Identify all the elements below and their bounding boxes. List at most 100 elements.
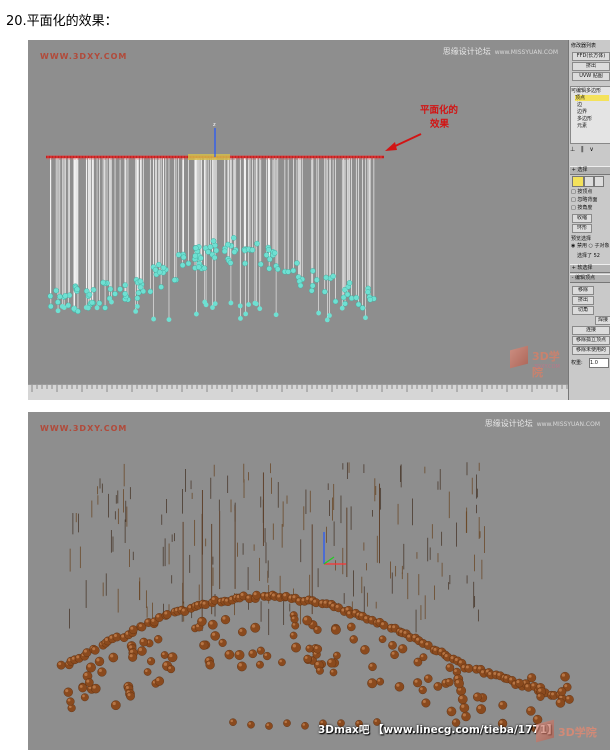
checkbox-by-vertex[interactable]: □ 按顶点: [571, 189, 592, 195]
wire-pins: [69, 462, 485, 636]
vertex-dot: [134, 295, 141, 302]
stack-item-polygon[interactable]: 多边形: [577, 116, 592, 122]
copper-sphere: [94, 656, 105, 667]
copper-sphere: [63, 687, 73, 697]
connect-button[interactable]: 连接: [572, 326, 610, 335]
vertex-dot: [156, 269, 163, 276]
sphere-highlight: [305, 597, 309, 600]
vertex-dot: [180, 254, 187, 261]
copper-sphere: [333, 651, 341, 660]
screenshot-top: WWW.3DXY.COM 思缘设计论坛 www.MISSYUAN.COM z 平面…: [28, 40, 610, 400]
sphere-highlight: [257, 662, 260, 665]
stack-item-element[interactable]: 元素: [577, 123, 587, 129]
vertex-dot: [271, 250, 278, 256]
remove-isolated-button[interactable]: 移除孤立顶点: [572, 336, 610, 345]
vertex-mode-icon[interactable]: [572, 176, 584, 187]
sphere-highlight: [564, 684, 568, 688]
copper-sphere: [139, 637, 149, 647]
copper-sphere: [263, 651, 272, 661]
vertex-dot: [100, 279, 106, 286]
sphere-highlight: [488, 671, 492, 675]
shrink-button[interactable]: 收缩: [572, 214, 592, 223]
ring-button[interactable]: 环形: [572, 224, 592, 233]
copper-sphere: [367, 678, 378, 689]
viewport-perspective-bottom[interactable]: WWW.3DXY.COM 思缘设计论坛 www.MISSYUAN.COM 3Dma…: [28, 412, 610, 750]
copper-sphere: [560, 671, 570, 682]
sphere-highlight: [480, 670, 484, 674]
vertex-dot: [74, 286, 80, 293]
vertex-dot: [273, 312, 279, 318]
viewport-perspective-top[interactable]: WWW.3DXY.COM 思缘设计论坛 www.MISSYUAN.COM z 平面…: [28, 40, 568, 384]
sphere-highlight: [414, 659, 418, 663]
timeline-ruler[interactable]: [28, 384, 568, 400]
vertex-dot: [257, 306, 263, 312]
sphere-highlight: [76, 655, 80, 659]
sphere-highlight: [163, 662, 168, 666]
remove-unused-button[interactable]: 移除未使用的: [572, 346, 610, 355]
checkbox-by-angle[interactable]: □ 按角度: [571, 205, 592, 211]
sphere-highlight: [477, 705, 482, 710]
copper-sphere: [166, 665, 176, 674]
vertex-dot: [263, 252, 270, 258]
sphere-highlight: [359, 613, 363, 617]
sphere-highlight: [104, 638, 108, 641]
edge-mode-icon[interactable]: [584, 176, 594, 187]
checkbox-ignore-back[interactable]: □ 忽略背面: [571, 197, 597, 203]
selected-count: 选择了 52: [577, 253, 600, 259]
uvw-map-button[interactable]: UVW 贴图: [572, 72, 610, 81]
sphere-highlight: [292, 595, 296, 599]
rollout-selection[interactable]: + 选择: [570, 166, 610, 175]
sphere-highlight: [392, 625, 396, 629]
weight-input[interactable]: 1.0: [589, 358, 609, 368]
radio-disabled[interactable]: ◉ 禁用 ○ 子对象: [571, 243, 610, 249]
sphere-highlight: [458, 660, 462, 664]
stack-item-border[interactable]: 边界: [577, 109, 587, 115]
chamfer-button[interactable]: 切角: [572, 306, 594, 315]
copper-sphere: [97, 667, 107, 677]
copper-sphere: [446, 706, 457, 717]
vertex-dot: [310, 268, 316, 274]
vertex-dot: [316, 310, 322, 316]
modifier-list-label[interactable]: 修改器列表: [571, 43, 596, 49]
pin-stack-icon[interactable]: ⊥: [570, 146, 575, 153]
sphere-highlight: [462, 713, 466, 717]
vertex-dot: [83, 305, 89, 310]
remove-button[interactable]: 移除: [572, 286, 594, 295]
copper-sphere: [237, 661, 247, 672]
sphere-highlight: [314, 646, 318, 650]
sphere-highlight: [446, 679, 450, 683]
vertex-dot: [193, 311, 199, 317]
stack-root[interactable]: 可编辑多边形: [571, 88, 601, 94]
rollout-edit-vertices[interactable]: - 编辑顶点: [570, 274, 610, 283]
annotation-line-2: 效果: [430, 119, 450, 130]
sphere-highlight: [240, 592, 244, 596]
vertex-dot: [147, 288, 154, 295]
vertex-dot: [274, 266, 281, 272]
vertex-projection-scene: z: [46, 122, 384, 323]
show-end-result-icon[interactable]: ‖: [581, 146, 584, 153]
sphere-highlight: [454, 658, 458, 661]
weld-button[interactable]: 焊接: [595, 316, 610, 325]
make-unique-icon[interactable]: ∨: [589, 146, 593, 153]
copper-sphere: [167, 652, 178, 663]
sphere-highlight: [454, 669, 457, 672]
copper-sphere: [278, 658, 286, 667]
border-mode-icon[interactable]: [594, 176, 604, 187]
stack-item-edge[interactable]: 边: [577, 102, 582, 108]
preview-selection-label: 预览选择: [571, 236, 592, 242]
copper-sphere: [91, 683, 101, 694]
extrude-vertex-button[interactable]: 挤出: [572, 296, 594, 305]
sphere-highlight: [98, 668, 102, 673]
copper-sphere: [390, 650, 399, 660]
sphere-highlight: [229, 597, 233, 600]
sphere-highlight: [504, 675, 508, 679]
vertex-dot: [175, 252, 182, 258]
checkbox-by-angle-label: 按角度: [577, 205, 593, 211]
copper-sphere: [376, 677, 385, 686]
stack-item-vertex[interactable]: 顶点: [575, 95, 609, 101]
vertex-dot: [265, 247, 272, 253]
extrude-modifier-button[interactable]: 挤出: [572, 62, 610, 71]
copper-sphere: [160, 651, 169, 659]
ffd-button[interactable]: FFD(长方体): [572, 52, 610, 61]
rollout-soft-selection[interactable]: + 软选择: [570, 264, 610, 273]
